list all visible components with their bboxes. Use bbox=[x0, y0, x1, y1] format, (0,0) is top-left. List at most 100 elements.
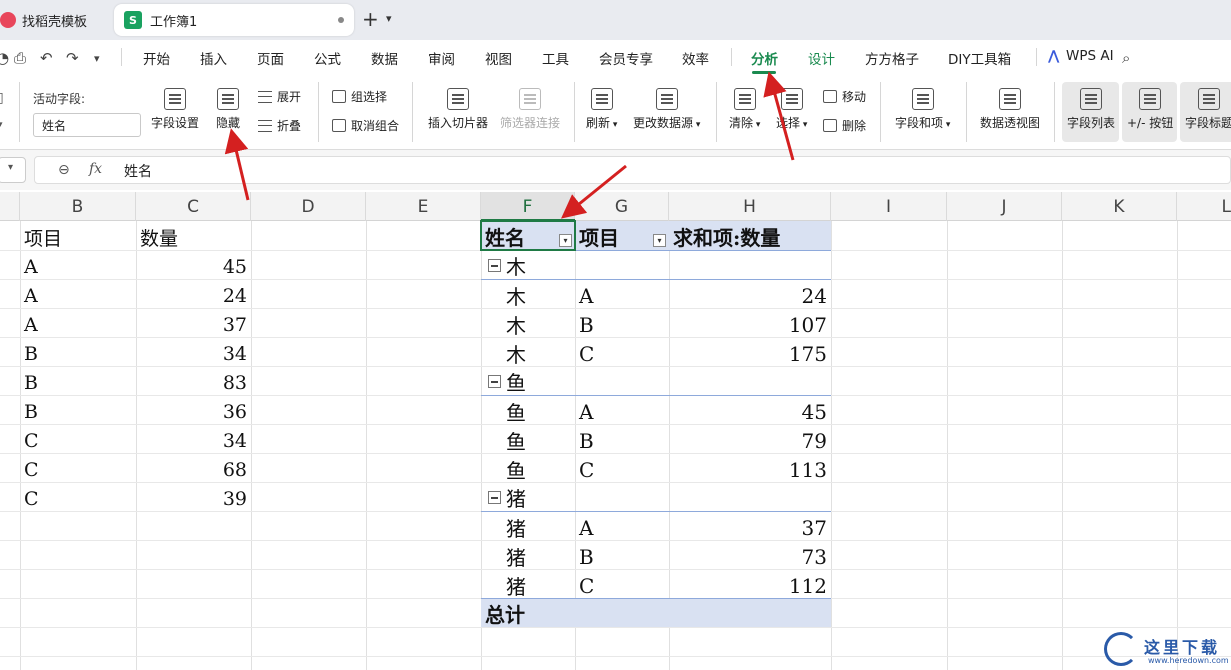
menu-analyze[interactable]: 分析 bbox=[751, 48, 778, 68]
plus-minus-buttons-button[interactable]: +/- 按钮 bbox=[1127, 88, 1173, 131]
collapse-group-icon[interactable] bbox=[488, 259, 501, 272]
pivot-sum-cell[interactable]: 79 bbox=[673, 426, 827, 455]
collapse-group-icon[interactable] bbox=[488, 375, 501, 388]
menu-view[interactable]: 视图 bbox=[485, 48, 512, 68]
column-header-l[interactable]: L bbox=[1177, 192, 1231, 221]
collapse-button[interactable]: 折叠 bbox=[258, 117, 301, 134]
wps-ai-icon[interactable]: ⋀ bbox=[1048, 48, 1059, 64]
menu-wps-ai[interactable]: WPS AI bbox=[1066, 48, 1114, 64]
pivot-item-cell[interactable]: C bbox=[579, 455, 594, 484]
undo-icon[interactable]: ↶ bbox=[40, 49, 53, 67]
menu-formula[interactable]: 公式 bbox=[314, 48, 341, 68]
pivot-item-cell[interactable]: A bbox=[579, 397, 593, 426]
pivot-item-cell[interactable]: A bbox=[579, 513, 593, 542]
formula-input-area[interactable] bbox=[34, 156, 1231, 184]
hide-button[interactable]: 隐藏 bbox=[216, 88, 240, 131]
chevron-down-icon[interactable]: ▾ bbox=[386, 12, 392, 25]
pivot-name-cell[interactable]: 木 bbox=[506, 339, 526, 368]
column-header-b[interactable]: B bbox=[20, 192, 136, 221]
item-filter-dropdown-icon[interactable]: ▾ bbox=[653, 234, 666, 247]
pivot-group-label[interactable]: 猪 bbox=[506, 483, 526, 512]
source-item-cell[interactable]: B bbox=[24, 397, 38, 426]
source-qty-cell[interactable]: 83 bbox=[140, 368, 247, 397]
pivot-item-cell[interactable]: B bbox=[579, 310, 594, 339]
source-item-cell[interactable]: C bbox=[24, 455, 39, 484]
source-qty-cell[interactable]: 34 bbox=[140, 426, 247, 455]
source-item-cell[interactable]: C bbox=[24, 484, 39, 513]
fields-items-button[interactable]: 字段和项 ▾ bbox=[895, 88, 950, 131]
fx-icon[interactable]: fx bbox=[89, 161, 102, 177]
source-item-cell[interactable]: A bbox=[24, 281, 38, 310]
tab-workbook[interactable]: S 工作簿1 bbox=[114, 4, 354, 36]
source-qty-cell[interactable]: 34 bbox=[140, 339, 247, 368]
formula-value[interactable]: 姓名 bbox=[124, 161, 152, 181]
menu-fangfang[interactable]: 方方格子 bbox=[865, 48, 919, 68]
source-header-qty[interactable]: 数量 bbox=[140, 223, 178, 252]
source-qty-cell[interactable]: 39 bbox=[140, 484, 247, 513]
menu-diy-toolbox[interactable]: DIY工具箱 bbox=[948, 48, 1011, 68]
clear-button[interactable]: 清除 ▾ bbox=[729, 88, 760, 131]
zoom-search-icon[interactable]: ⊖ bbox=[58, 162, 70, 178]
pivot-group-label[interactable]: 木 bbox=[506, 251, 526, 280]
menu-data[interactable]: 数据 bbox=[371, 48, 398, 68]
column-header-e[interactable]: E bbox=[366, 192, 481, 221]
source-item-cell[interactable]: A bbox=[24, 310, 38, 339]
chevron-down-icon[interactable]: ▾ bbox=[94, 52, 100, 65]
source-header-item[interactable]: 项目 bbox=[24, 223, 62, 252]
menu-tools[interactable]: 工具 bbox=[542, 48, 569, 68]
pivot-sum-cell[interactable]: 45 bbox=[673, 397, 827, 426]
pivot-header-item[interactable]: 项目 bbox=[579, 222, 619, 251]
pivot-name-cell[interactable]: 鱼 bbox=[506, 397, 526, 426]
pivot-sum-cell[interactable]: 175 bbox=[673, 339, 827, 368]
filter-connections-button[interactable]: 筛选器连接 bbox=[500, 88, 560, 131]
source-item-cell[interactable]: B bbox=[24, 368, 38, 397]
source-item-cell[interactable]: C bbox=[24, 426, 39, 455]
tab-template[interactable]: 找稻壳模板 bbox=[0, 4, 110, 36]
column-header-k[interactable]: K bbox=[1062, 192, 1177, 221]
column-header-j[interactable]: J bbox=[947, 192, 1062, 221]
menu-member[interactable]: 会员专享 bbox=[599, 48, 653, 68]
pivot-name-cell[interactable]: 鱼 bbox=[506, 455, 526, 484]
pivot-sum-cell[interactable]: 112 bbox=[673, 571, 827, 600]
chevron-down-icon[interactable]: ▾ bbox=[8, 162, 13, 173]
pivot-name-cell[interactable]: 鱼 bbox=[506, 426, 526, 455]
pivot-name-cell[interactable]: 木 bbox=[506, 310, 526, 339]
pivot-item-cell[interactable]: C bbox=[579, 339, 594, 368]
menu-home[interactable]: 开始 bbox=[143, 48, 170, 68]
column-header-a[interactable] bbox=[0, 192, 20, 221]
pivot-sum-cell[interactable]: 73 bbox=[673, 542, 827, 571]
change-source-button[interactable]: 更改数据源 ▾ bbox=[633, 88, 700, 131]
field-headers-button[interactable]: 字段标题 bbox=[1185, 88, 1231, 131]
new-tab-plus-icon[interactable]: + bbox=[362, 8, 379, 30]
column-header-i[interactable]: I bbox=[831, 192, 947, 221]
field-list-button[interactable]: 字段列表 bbox=[1067, 88, 1115, 131]
move-button[interactable]: 移动 bbox=[823, 88, 866, 105]
source-item-cell[interactable]: A bbox=[24, 252, 38, 281]
pivot-options-icon[interactable]: ▯ bbox=[0, 90, 4, 106]
pivot-name-cell[interactable]: 木 bbox=[506, 281, 526, 310]
pivot-item-cell[interactable]: B bbox=[579, 542, 594, 571]
chevron-down-icon[interactable]: ▾ bbox=[0, 120, 3, 130]
delete-button[interactable]: 删除 bbox=[823, 117, 866, 134]
source-qty-cell[interactable]: 37 bbox=[140, 310, 247, 339]
source-item-cell[interactable]: B bbox=[24, 339, 38, 368]
group-selection-button[interactable]: 组选择 bbox=[332, 88, 387, 105]
insert-slicer-button[interactable]: 插入切片器 bbox=[428, 88, 488, 131]
refresh-button[interactable]: 刷新 ▾ bbox=[586, 88, 617, 131]
pivot-chart-button[interactable]: 数据透视图 bbox=[980, 88, 1040, 131]
pivot-name-cell[interactable]: 猪 bbox=[506, 542, 526, 571]
search-icon[interactable]: ⌕ bbox=[1122, 49, 1130, 67]
menu-review[interactable]: 审阅 bbox=[428, 48, 455, 68]
pivot-header-sum[interactable]: 求和项:数量 bbox=[673, 222, 780, 251]
pivot-sum-cell[interactable]: 107 bbox=[673, 310, 827, 339]
pivot-item-cell[interactable]: C bbox=[579, 571, 594, 600]
column-header-g[interactable]: G bbox=[575, 192, 669, 221]
pivot-sum-cell[interactable]: 24 bbox=[673, 281, 827, 310]
column-header-f[interactable]: F bbox=[481, 192, 575, 221]
pivot-item-cell[interactable]: A bbox=[579, 281, 593, 310]
pivot-total-label[interactable]: 总计 bbox=[485, 599, 525, 628]
collapse-group-icon[interactable] bbox=[488, 491, 501, 504]
unsaved-dot-icon[interactable] bbox=[338, 17, 344, 23]
menu-design[interactable]: 设计 bbox=[808, 48, 835, 68]
open-icon[interactable]: ◔ bbox=[0, 49, 9, 67]
